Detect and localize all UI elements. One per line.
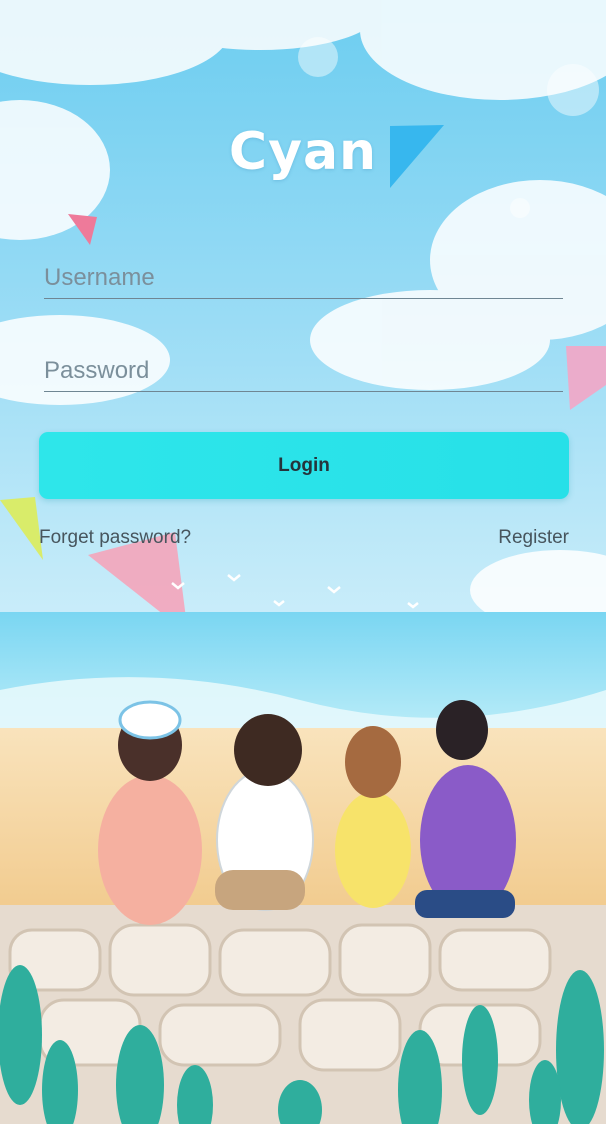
password-field (44, 351, 563, 392)
forgot-password-link[interactable]: Forget password? (39, 527, 191, 549)
password-input[interactable] (44, 351, 563, 391)
login-button[interactable]: Login (39, 432, 569, 499)
username-input[interactable] (44, 258, 563, 298)
username-field (44, 258, 563, 299)
app-title: Cyan (228, 122, 378, 182)
register-link[interactable]: Register (498, 527, 569, 549)
